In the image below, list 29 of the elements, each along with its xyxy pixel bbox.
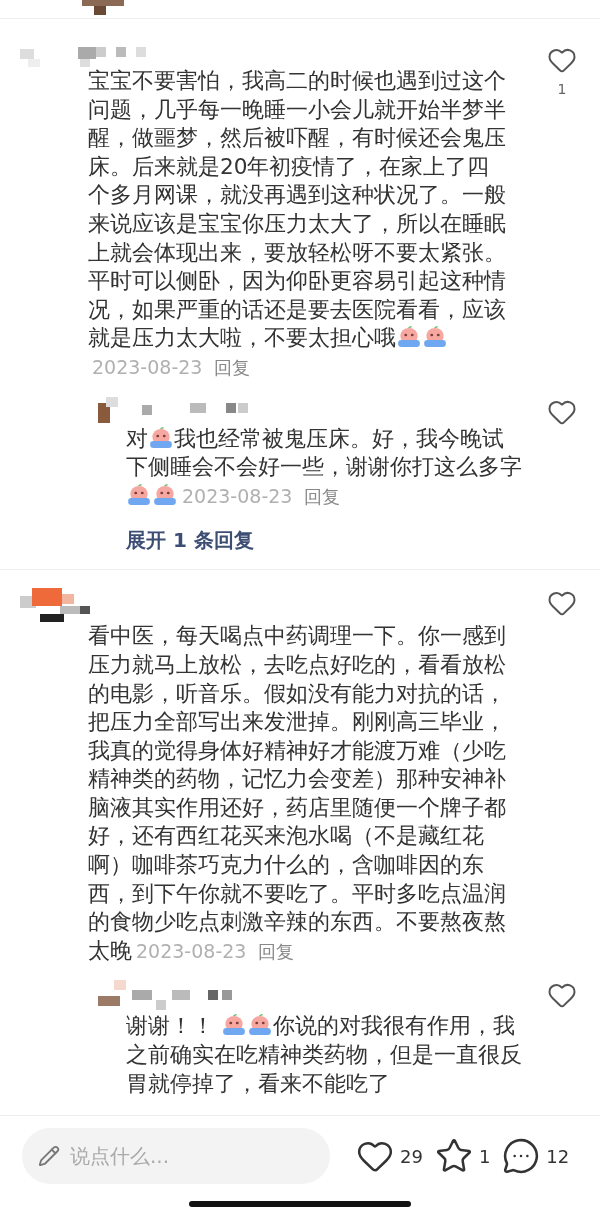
peach-emoji-icon [148,425,174,450]
peach-emoji-icon [220,1013,247,1038]
pencil-icon [38,1145,60,1167]
comment-text: 宝宝不要害怕，我高二的时候也遇到过这个问题，几乎每一晚睡一小会儿就开始半梦半醒，做噩梦，然后被吓醒，有时候还会鬼压床。后来就是20年初疫情了，在家上了四个多月网课，就没再遇到这种状况了。一般来说应该是宝宝你压力太大了，所以在睡眠上就会体现出来，要放轻松呀不要太紧张。平时可以侧卧，因为仰卧更容易引起这种情况，如果严重的话还是要去医院看看，应该就是压力太大啦，不要太担心哦 2023-08-23 回复 [88,67,506,380]
pixelated-avatar [82,0,124,15]
reply-link[interactable]: 回复 [258,940,295,962]
input-pill[interactable]: 说点什么... [22,1128,330,1184]
comment-date: 2023-08-23 [92,355,203,378]
star-count: 1 [478,1144,491,1169]
star-icon[interactable] [434,1137,473,1175]
like-count: 1 [557,80,567,99]
comment-icon[interactable] [502,1137,541,1175]
peach-emoji-icon [126,482,152,507]
comment-input[interactable]: 说点什么... [70,1141,300,1171]
comment-date: 2023-08-23 [136,939,247,962]
comment-count: 12 [546,1144,570,1169]
comment-date: 2023-08-23 [182,484,293,507]
reply-link[interactable]: 回复 [304,485,341,507]
expand-replies-link[interactable]: 展开 1 条回复 [126,528,254,553]
peach-emoji-icon [396,325,422,350]
peach-emoji-icon [246,1013,273,1038]
pixelated-user-info [20,588,90,623]
comment-text: 看中医，每天喝点中药调理一下。你一感到压力就马上放松，去吃点好吃的，看看放松的电影，听音乐。假如没有能力对抗的话，把压力全部写出来发泄掉。刚刚高三毕业，我真的觉得身体好精神好才能渡万难（少吃精神类的药物，记忆力会变差）那种安神补脑液其实作用还好，药店里随便一个牌子都好，还有西红花买来泡水喝（不是藏红花啊）咖啡茶巧克力什么的，含咖啡因的东西，到下午你就不要吃了。平时多吃点温润的食物少吃点刺激辛辣的东西。不要熬夜熬太晚 2023-08-23 回复 [88,622,506,965]
like-count: 29 [400,1144,423,1169]
peach-emoji-icon [422,325,448,350]
reply-link[interactable]: 回复 [214,356,251,378]
comment-text: 对 我也经常被鬼压床。好，我今晚试下侧睡会不会好一些，谢谢你打这么多字 2023-08-23 回复 [126,424,522,509]
comment-text: 谢谢！！ 你说的对我很有作用，我之前确实在吃精神类药物，但是一直很反胃就停掉了，看来不能吃了 [126,1012,522,1098]
peach-emoji-icon [152,482,178,507]
